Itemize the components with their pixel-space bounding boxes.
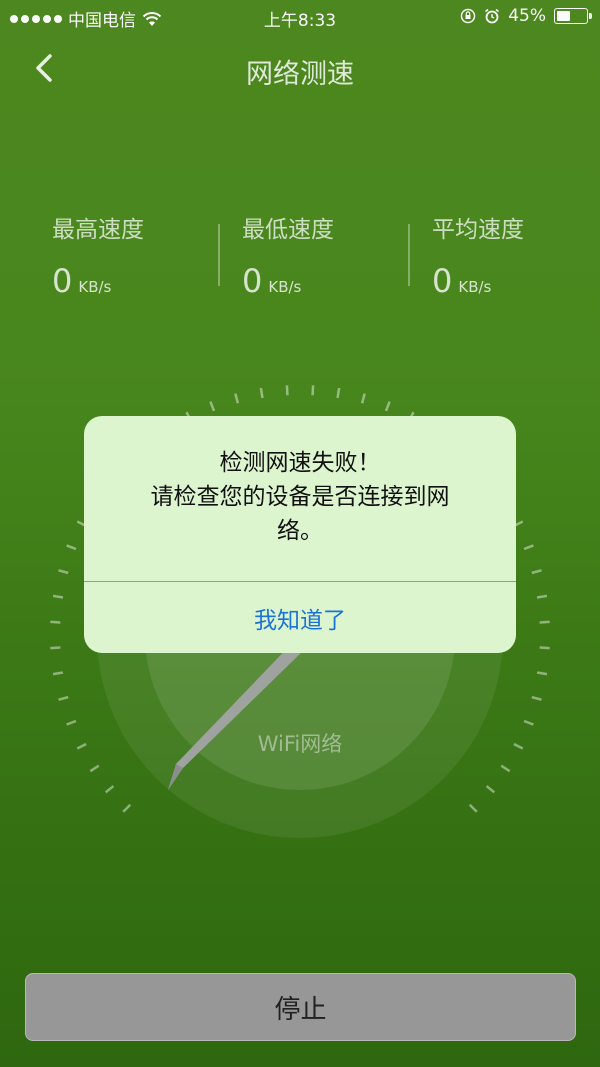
alert-dialog: 检测网速失败！ 请检查您的设备是否连接到网 络。 我知道了: [84, 416, 516, 653]
alert-message: 检测网速失败！ 请检查您的设备是否连接到网 络。: [104, 446, 496, 548]
alert-ok-button[interactable]: 我知道了: [84, 582, 516, 653]
alert-message-line: 检测网速失败！: [219, 450, 381, 476]
alert-message-line: 络。: [277, 518, 323, 544]
alert-message-line: 请检查您的设备是否连接到网: [150, 484, 450, 510]
